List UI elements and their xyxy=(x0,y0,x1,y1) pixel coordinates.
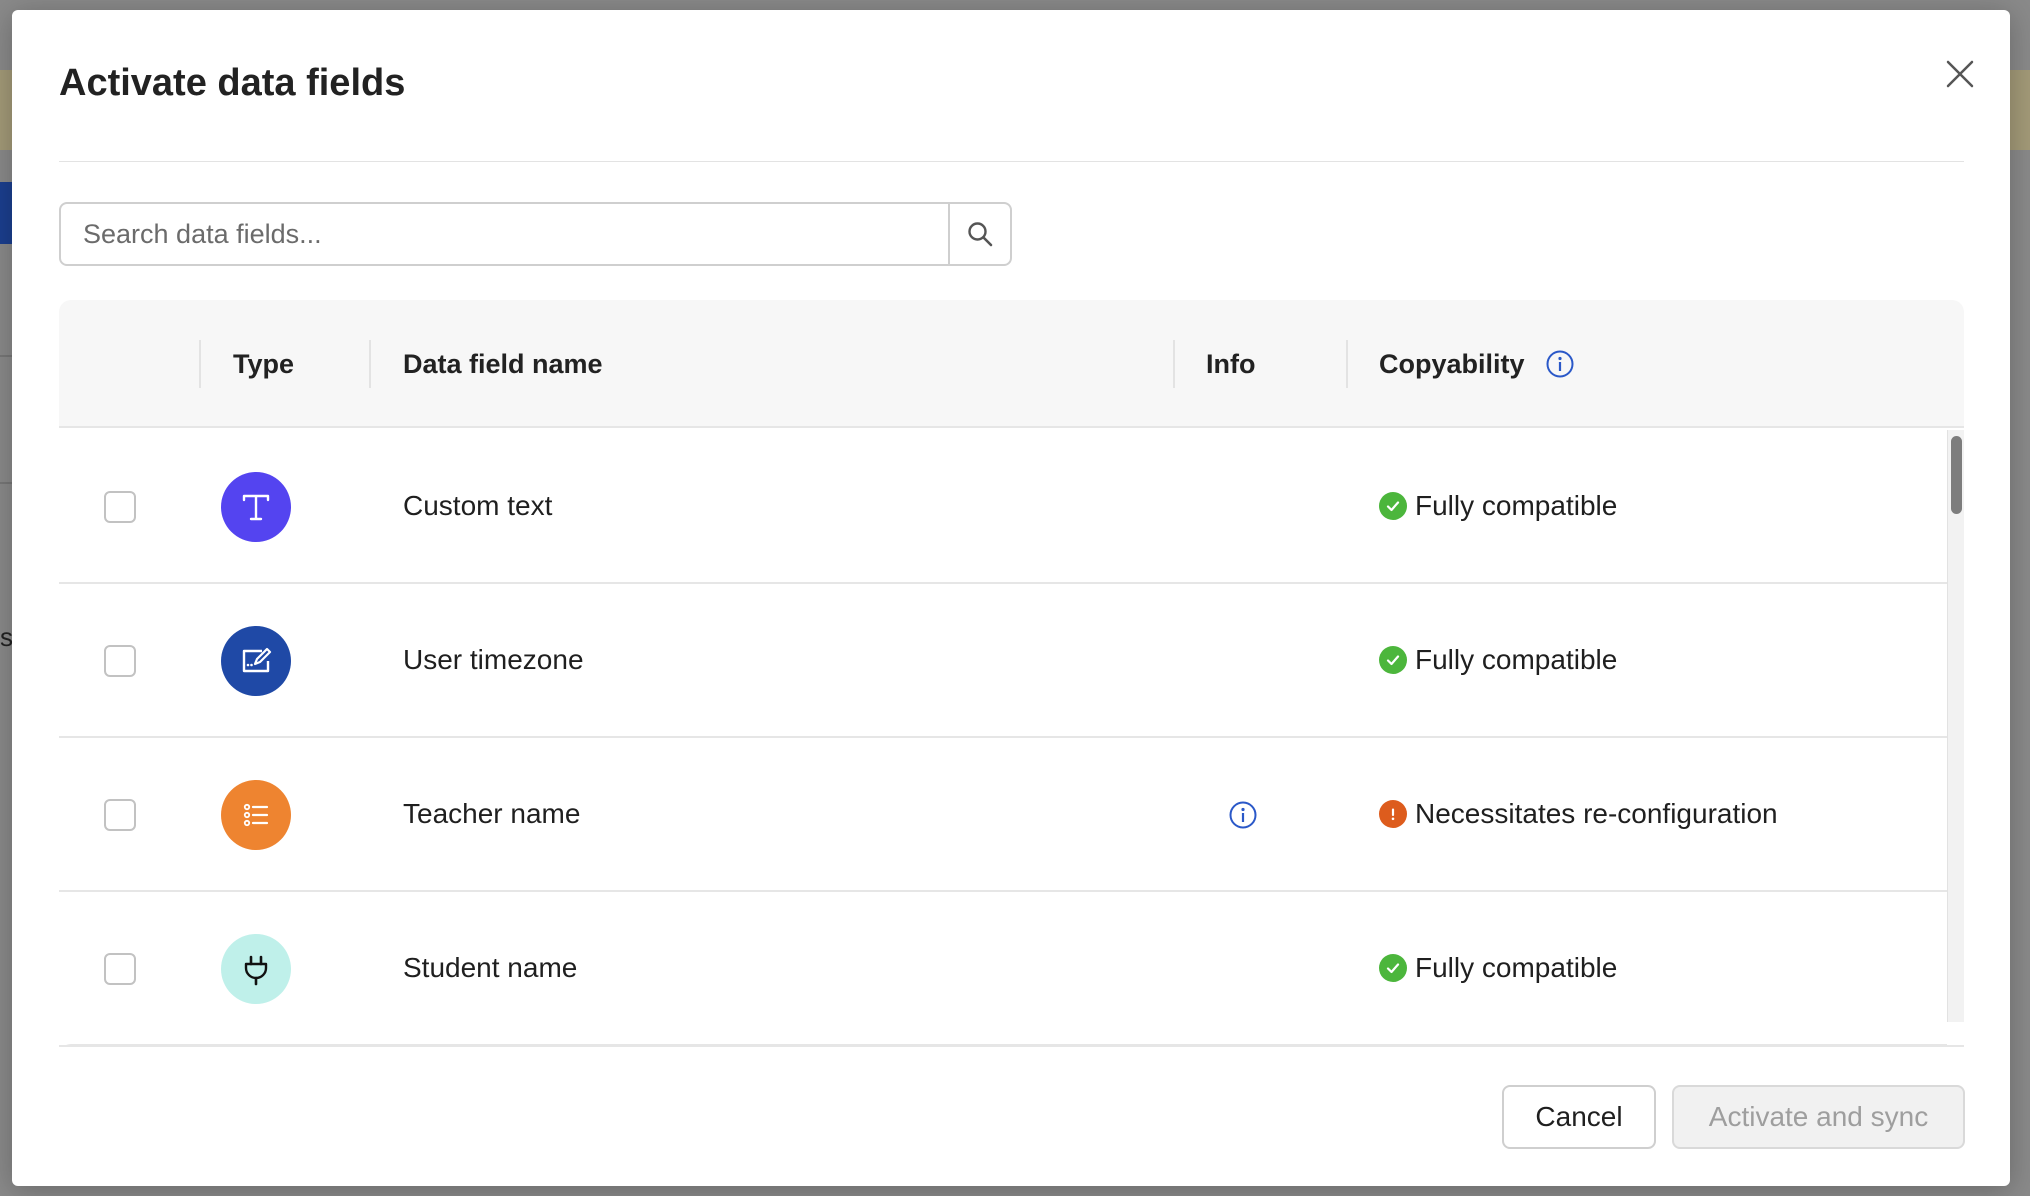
status-label: Fully compatible xyxy=(1415,490,1618,521)
data-fields-table: Type Data field name Info Copyability Cu… xyxy=(59,300,1964,1045)
copyability-status: Fully compatible xyxy=(1379,490,1617,522)
check-icon xyxy=(1379,646,1407,674)
column-header-name[interactable]: Data field name xyxy=(403,300,603,428)
search-button[interactable] xyxy=(948,204,1010,264)
row-checkbox[interactable] xyxy=(104,491,136,523)
column-header-type[interactable]: Type xyxy=(233,300,294,428)
table-row[interactable]: Custom text Fully compatible xyxy=(59,430,1947,584)
copyability-status: Fully compatible xyxy=(1379,644,1617,676)
header-divider xyxy=(59,161,1964,162)
search-bar xyxy=(59,202,1012,266)
row-checkbox[interactable] xyxy=(104,953,136,985)
status-label: Fully compatible xyxy=(1415,952,1618,983)
activate-data-fields-modal: Activate data fields Type Data field nam… xyxy=(12,10,2010,1186)
footer-divider xyxy=(59,1045,1964,1047)
column-header-info: Info xyxy=(1206,348,1256,379)
check-icon xyxy=(1379,492,1407,520)
column-separator xyxy=(1173,340,1175,388)
column-separator xyxy=(199,340,201,388)
field-name: Student name xyxy=(403,952,578,983)
copyability-label: Copyability xyxy=(1379,348,1525,379)
cancel-button[interactable]: Cancel xyxy=(1502,1085,1656,1149)
table-row[interactable]: User timezone Fully compatible xyxy=(59,584,1947,738)
row-checkbox[interactable] xyxy=(104,799,136,831)
modal-title: Activate data fields xyxy=(59,62,406,104)
copyability-info-icon[interactable] xyxy=(1545,349,1575,379)
row-info-icon[interactable] xyxy=(1227,799,1259,831)
warning-icon xyxy=(1379,800,1407,828)
text-type-icon xyxy=(221,472,291,542)
table-header: Type Data field name Info Copyability xyxy=(59,300,1964,428)
list-type-icon xyxy=(221,780,291,850)
status-label: Necessitates re-configuration xyxy=(1415,798,1778,829)
scrollbar-thumb[interactable] xyxy=(1951,436,1962,514)
field-name: User timezone xyxy=(403,644,584,675)
close-icon xyxy=(1946,60,1974,88)
column-separator xyxy=(1346,340,1348,388)
activate-and-sync-button[interactable]: Activate and sync xyxy=(1672,1085,1965,1149)
copyability-status: Fully compatible xyxy=(1379,952,1617,984)
table-row[interactable]: Student name Fully compatible xyxy=(59,892,1947,1045)
column-header-copyability: Copyability xyxy=(1379,300,1575,428)
search-input[interactable] xyxy=(61,204,948,264)
search-icon xyxy=(968,222,993,247)
table-scrollbar[interactable] xyxy=(1947,430,1964,1022)
field-name: Teacher name xyxy=(403,798,581,829)
status-label: Fully compatible xyxy=(1415,644,1618,675)
copyability-status: Necessitates re-configuration xyxy=(1379,798,1778,830)
check-icon xyxy=(1379,954,1407,982)
column-separator xyxy=(369,340,371,388)
table-body: Custom text Fully compatible User timezo… xyxy=(59,430,1947,1045)
field-name: Custom text xyxy=(403,490,553,521)
edit-field-type-icon xyxy=(221,626,291,696)
plug-type-icon xyxy=(221,934,291,1004)
close-button[interactable] xyxy=(1936,50,1984,98)
row-checkbox[interactable] xyxy=(104,645,136,677)
table-row[interactable]: Teacher name Necessitates re-configurati… xyxy=(59,738,1947,892)
